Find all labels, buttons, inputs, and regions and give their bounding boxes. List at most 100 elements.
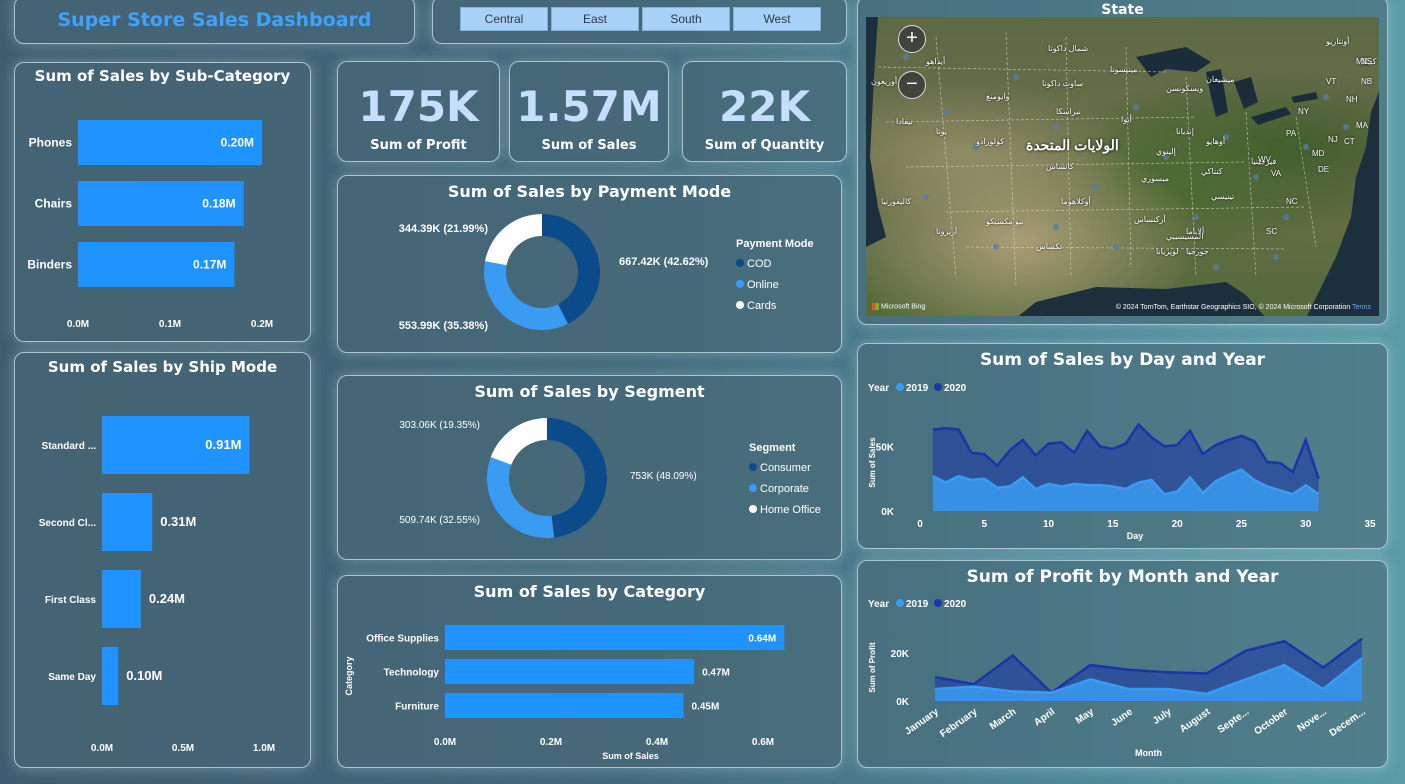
legend-item: Home Office	[760, 504, 821, 516]
x-tick-label: 25	[1236, 519, 1248, 530]
map-state-label: أوهايو	[1206, 137, 1226, 146]
y-axis-label: Sum of Sales	[868, 437, 877, 488]
data-label: 553.99K (35.38%)	[399, 320, 489, 332]
legend-item: Cards	[747, 300, 777, 312]
map-state-label: CT	[1344, 137, 1355, 146]
data-label: 753K (48.09%)	[630, 471, 697, 482]
category-label: Second Cl...	[39, 518, 96, 529]
kpi-label: Sum of Profit	[370, 138, 467, 153]
x-tick-label: October	[1252, 706, 1290, 737]
map-state-label: جورجيا	[1186, 247, 1209, 256]
x-tick-label: 30	[1300, 519, 1312, 530]
map-state-label: شمال داكوتا	[1048, 44, 1089, 53]
data-label: 0.91M	[205, 437, 241, 452]
payment-mode-donut-chart: 667.42K (42.62%) 553.99K (35.38%) 344.39K …	[399, 214, 814, 332]
category-label: Binders	[27, 258, 72, 272]
map-state-label: أيداهو	[926, 57, 946, 66]
map-state-label: ويسكونسن	[1166, 84, 1204, 93]
slicer-option-east[interactable]: East	[551, 7, 639, 31]
x-tick-label: 0.5M	[172, 743, 194, 754]
data-label: 0.64M	[748, 634, 776, 645]
legend-marker	[749, 505, 757, 513]
y-tick-label: 20K	[891, 649, 910, 660]
legend-item: 2019	[906, 599, 929, 610]
x-tick-label: March	[988, 706, 1018, 732]
x-tick-label: April	[1032, 706, 1057, 728]
x-tick-label: Decem...	[1328, 706, 1368, 739]
data-label: 509.74K (32.55%)	[399, 515, 480, 526]
y-tick-label: 50K	[876, 442, 895, 453]
region-slicer: Central East South West	[432, 0, 847, 44]
map-state-label: أونتاريو	[1326, 37, 1350, 46]
bar	[102, 493, 153, 551]
legend-item: Corporate	[760, 483, 809, 495]
map-state-label: مينيسوتا	[1110, 65, 1138, 74]
map-state-label: VA	[1271, 169, 1282, 178]
lake-superior-shape	[1136, 47, 1211, 77]
map-state-label: يوتا	[936, 127, 948, 136]
data-label: 303.06K (19.35%)	[399, 420, 480, 431]
x-tick-label: 0.4M	[646, 737, 668, 748]
map-state-label: أركنساس	[1134, 215, 1166, 224]
x-tick-label: 0.1M	[159, 319, 181, 330]
legend-title: Year	[868, 599, 889, 610]
map-state-label: NC	[1286, 197, 1298, 206]
map-state-label: WV	[1258, 155, 1271, 164]
y-axis-label: Sum of Profit	[868, 642, 877, 693]
legend-title: Segment	[749, 442, 796, 454]
lake-erie-shape	[1251, 107, 1291, 125]
map-state-label: كنتاكي	[1201, 167, 1223, 176]
terms-link[interactable]: Terms	[1352, 304, 1371, 311]
bar	[445, 659, 695, 684]
slicer-option-west[interactable]: West	[733, 7, 821, 31]
bar	[445, 693, 684, 718]
map-city-dots	[903, 54, 1349, 270]
x-tick-label: January	[903, 706, 941, 737]
kpi-label: Sum of Quantity	[704, 138, 825, 153]
map-state-label: نبراسكا	[1056, 107, 1081, 116]
x-tick-label: 0.0M	[434, 737, 456, 748]
legend-item: 2020	[944, 599, 967, 610]
legend-title: Year	[868, 383, 889, 394]
x-tick-label: 10	[1043, 519, 1055, 530]
sales-day-year-area-chart: 0K 50K 0 5 10 15 20 25 30 35 Day Sum of Sales Year 20…	[868, 383, 1376, 541]
attribution-text: © 2024 TomTom, Earthstar Geographics SIO…	[1115, 304, 1351, 311]
slicer-option-central[interactable]: Central	[460, 7, 548, 31]
subcategory-bar-chart: Phones 0.20M Chairs 0.18M Binders 0.17M 0.0M 0.…	[27, 120, 273, 330]
map-state-label: أوكلاهوما	[1061, 197, 1091, 206]
zoom-out-button[interactable]: −	[898, 71, 926, 99]
x-tick-label: 20	[1172, 519, 1184, 530]
zoom-in-button[interactable]: +	[898, 25, 926, 53]
donut-slice	[485, 214, 542, 266]
bing-logo-text: Microsoft Bing	[880, 303, 926, 310]
category-label: Chairs	[35, 197, 73, 211]
kpi-label: Sum of Sales	[541, 138, 637, 153]
legend-item: 2019	[906, 383, 929, 394]
kpi-card-quantity: 22K Sum of Quantity	[682, 61, 847, 162]
map-state-label: DE	[1318, 165, 1330, 174]
x-tick-label: June	[1109, 706, 1135, 729]
kpi-card-profit: 175K Sum of Profit	[337, 61, 500, 162]
map-state-label: NH	[1346, 95, 1358, 104]
legend-marker	[736, 259, 744, 267]
header-panel: Super Store Sales Dashboard	[14, 0, 415, 44]
x-tick-label: February	[938, 706, 980, 740]
map-state-label: MD	[1312, 149, 1325, 158]
category-bar-chart: Office Supplies 0.64M Technology 0.47M Furni…	[344, 625, 785, 761]
slicer-option-south[interactable]: South	[642, 7, 730, 31]
legend-marker	[896, 599, 904, 607]
map-country-label: الولايات المتحدة	[1026, 137, 1119, 153]
legend-marker	[736, 280, 744, 288]
payment-mode-chart-panel: Sum of Sales by Payment Mode 667.42K (42…	[337, 175, 842, 353]
state-map-panel: State + − الولايات المتحدة شمال داكوتا م…	[857, 0, 1388, 325]
x-tick-label: Septe...	[1216, 706, 1252, 736]
data-label: 0.45M	[692, 702, 720, 713]
legend-marker	[749, 463, 757, 471]
state-map[interactable]: + − الولايات المتحدة شمال داكوتا مينيسوتا…	[866, 17, 1379, 316]
segment-chart-panel: Sum of Sales by Segment 753K (48.09%) 509…	[337, 375, 842, 560]
x-axis-label: Month	[1135, 748, 1162, 758]
kpi-card-sales: 1.57M Sum of Sales	[509, 61, 669, 162]
segment-donut-chart: 753K (48.09%) 509.74K (32.55%) 303.06K (19…	[399, 418, 821, 538]
x-tick-label: 0.2M	[540, 737, 562, 748]
map-state-label: نيفادا	[896, 117, 913, 126]
